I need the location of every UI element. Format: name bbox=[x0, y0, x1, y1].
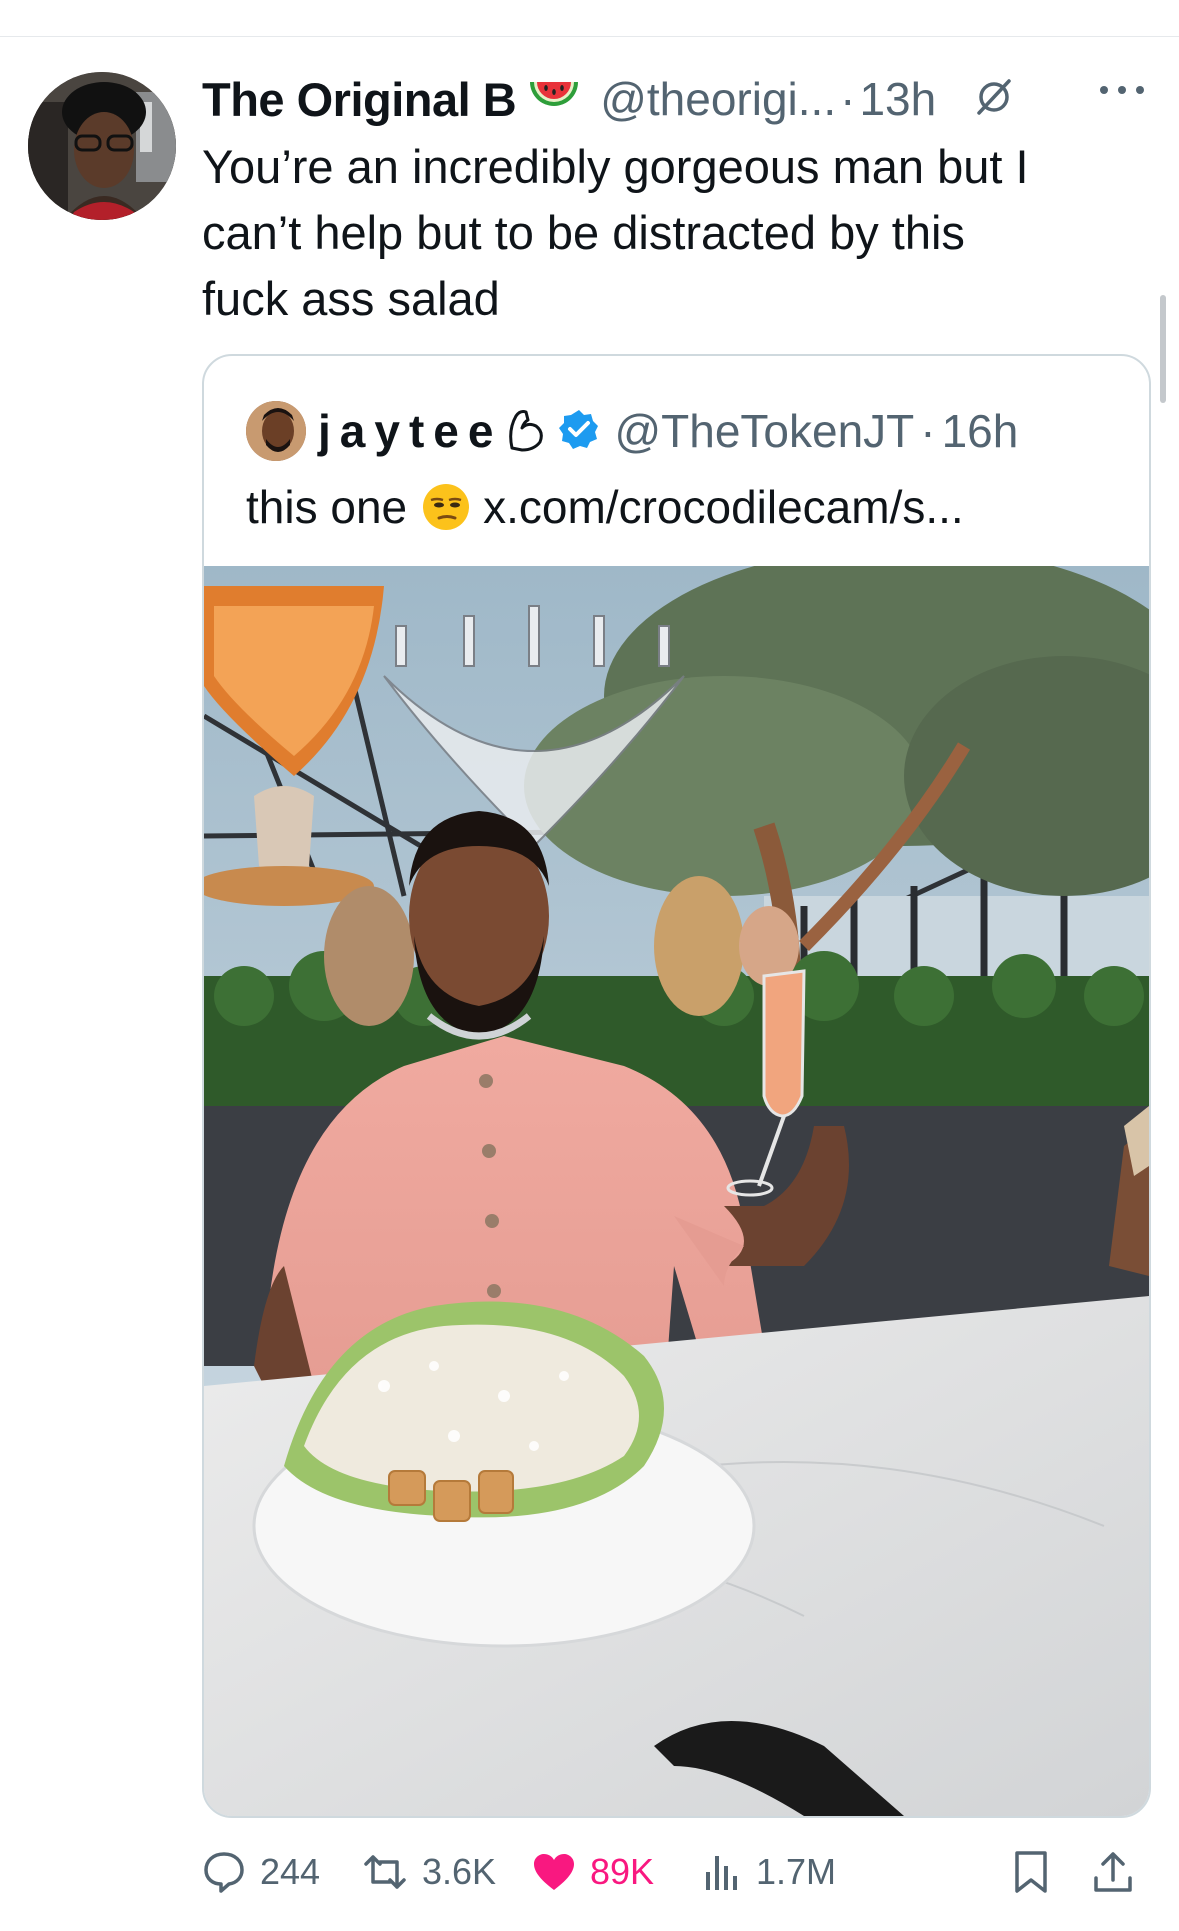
views-button[interactable]: 1.7M bbox=[702, 1842, 836, 1902]
quote-author-handle[interactable]: @TheTokenJT bbox=[614, 404, 914, 458]
quote-tweet-card[interactable]: jaytee @TheTokenJT · 16h this one x.com/… bbox=[202, 354, 1151, 1818]
quote-text: this one bbox=[246, 481, 408, 533]
verified-badge-icon bbox=[558, 408, 600, 455]
grok-icon[interactable] bbox=[974, 77, 1014, 122]
reply-count: 244 bbox=[260, 1851, 321, 1892]
quote-text-row: this one x.com/crocodilecam/s... bbox=[246, 480, 964, 534]
restaurant-photo bbox=[204, 546, 1149, 1816]
retweet-button[interactable]: 3.6K bbox=[362, 1842, 496, 1902]
bookmark-icon bbox=[1015, 1851, 1047, 1893]
tweet-time[interactable]: 13h bbox=[859, 72, 936, 126]
action-bar: 244 3.6K 89K 1.7M bbox=[202, 1842, 1162, 1902]
top-divider bbox=[0, 36, 1179, 37]
quote-separator-dot: · bbox=[920, 405, 936, 457]
like-button[interactable]: 89K bbox=[532, 1842, 654, 1902]
author-name[interactable]: The Original B bbox=[202, 72, 517, 127]
scrollbar[interactable] bbox=[1160, 295, 1166, 403]
watermelon-icon bbox=[528, 76, 580, 123]
retweet-count: 3.6K bbox=[422, 1851, 497, 1892]
tweet-header: The Original B @theorigi... · 13h bbox=[202, 64, 1162, 134]
reply-icon bbox=[204, 1852, 244, 1893]
views-count: 1.7M bbox=[756, 1851, 837, 1892]
quote-photo[interactable] bbox=[204, 546, 1149, 1816]
share-icon bbox=[1094, 1852, 1132, 1892]
like-count: 89K bbox=[590, 1851, 655, 1892]
more-options-icon[interactable] bbox=[1098, 80, 1146, 105]
quote-avatar-photo bbox=[246, 401, 306, 461]
reply-button[interactable]: 244 bbox=[202, 1842, 320, 1902]
quote-author-name[interactable]: jaytee bbox=[318, 404, 502, 458]
flexed-bicep-icon bbox=[504, 406, 548, 457]
quote-time[interactable]: 16h bbox=[942, 404, 1019, 458]
bookmark-button[interactable] bbox=[1012, 1842, 1064, 1902]
tweet-text: You’re an incredibly gorgeous man but I … bbox=[202, 140, 1029, 325]
separator-dot: · bbox=[840, 73, 856, 125]
author-handle[interactable]: @theorigi... bbox=[600, 72, 836, 126]
share-button[interactable] bbox=[1092, 1842, 1148, 1902]
avatar-photo bbox=[28, 72, 176, 220]
heart-icon bbox=[534, 1854, 574, 1890]
quote-author-avatar[interactable] bbox=[246, 401, 306, 461]
unamused-face-icon bbox=[421, 482, 471, 532]
retweet-icon bbox=[364, 1855, 406, 1889]
quote-link[interactable]: x.com/crocodilecam/s... bbox=[483, 480, 964, 534]
views-icon bbox=[706, 1856, 737, 1890]
quote-header: jaytee @TheTokenJT · 16h bbox=[246, 396, 1018, 466]
author-avatar[interactable] bbox=[28, 72, 176, 220]
